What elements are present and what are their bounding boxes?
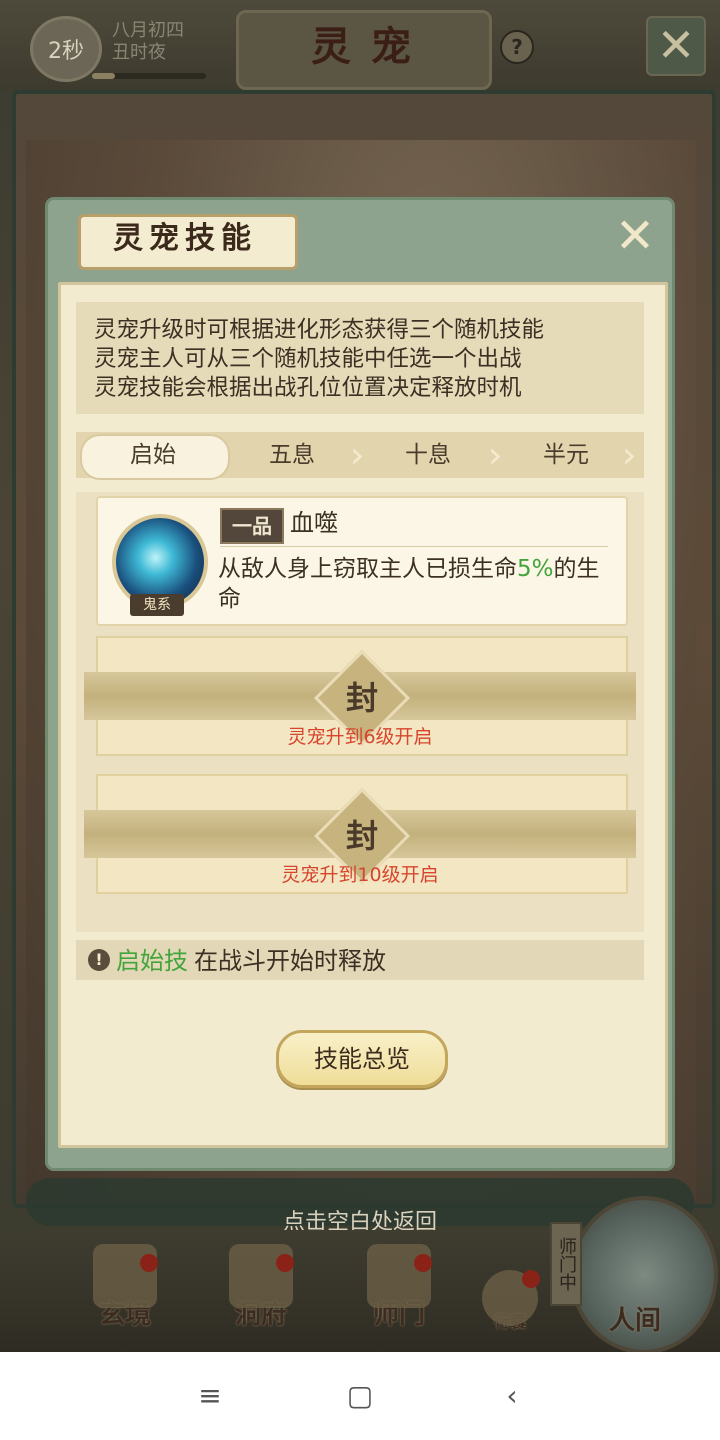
modal-title: 灵宠技能 [113, 221, 257, 256]
note-highlight: 启始技 [116, 947, 188, 975]
back-icon[interactable]: ‹ [494, 1380, 530, 1412]
time-period: 丑时夜 [112, 42, 166, 63]
exclamation-icon: ! [88, 949, 110, 971]
tab-wuxi[interactable]: 五息 [222, 432, 362, 478]
close-icon[interactable]: ✕ [612, 212, 658, 260]
description-line: 灵宠主人可从三个随机技能中任选一个出战 [94, 346, 522, 372]
notification-dot [140, 1254, 158, 1272]
seal-char: 封 [345, 817, 378, 855]
notification-dot [414, 1254, 432, 1272]
shimen-status-tag: 师门中 [550, 1222, 582, 1306]
locked-skill-slot: 封 灵宠升到6级开启 [84, 636, 636, 756]
skill-description: 从敌人身上窃取主人已损生命5%的生命 [218, 554, 614, 614]
skill-type-badge: 鬼系 [130, 594, 184, 616]
home-icon[interactable]: ▢ [342, 1380, 378, 1412]
note-text: 在战斗开始时释放 [194, 947, 386, 975]
skill-name: 血噬 [290, 509, 338, 537]
dock-item-dongfu[interactable]: 洞府 [206, 1244, 316, 1344]
skill-overview-button[interactable]: 技能总览 [276, 1030, 448, 1088]
skill-description-text: 从敌人身上窃取主人已损生命 [218, 556, 517, 582]
question-icon[interactable]: ? [500, 30, 534, 64]
locked-skill-slot: 封 灵宠升到10级开启 [84, 774, 636, 894]
notification-dot [522, 1270, 540, 1288]
notification-dot [276, 1254, 294, 1272]
lunar-date: 八月初四 [112, 20, 184, 41]
time-progress-fill [92, 73, 115, 79]
tab-qishi[interactable]: 启始 [80, 432, 226, 478]
seal-char: 封 [345, 679, 378, 717]
page-title: 灵宠 [311, 23, 431, 70]
timer-badge: 2秒 [30, 16, 102, 82]
dock-item-xuanjing[interactable]: 玄境 [70, 1244, 180, 1344]
menu-icon[interactable]: ≡ [192, 1380, 228, 1412]
close-icon[interactable]: ✕ [646, 16, 706, 76]
skill-grade-badge: 一品 [220, 508, 284, 544]
dock-item-shimen[interactable]: 师门 [344, 1244, 454, 1344]
description-line: 灵宠升级时可根据进化形态获得三个随机技能 [94, 317, 545, 343]
unlock-requirement: 灵宠升到6级开启 [287, 726, 433, 748]
divider [220, 546, 608, 547]
description-line: 灵宠技能会根据出战孔位位置决定释放时机 [94, 375, 522, 401]
dock-label: 人间 [608, 1306, 661, 1336]
skill-percent: 5% [517, 556, 554, 582]
unlock-requirement: 灵宠升到10级开启 [281, 864, 439, 886]
tab-shixi[interactable]: 十息 [360, 432, 496, 478]
tab-banyuan[interactable]: 半元 [496, 432, 636, 478]
